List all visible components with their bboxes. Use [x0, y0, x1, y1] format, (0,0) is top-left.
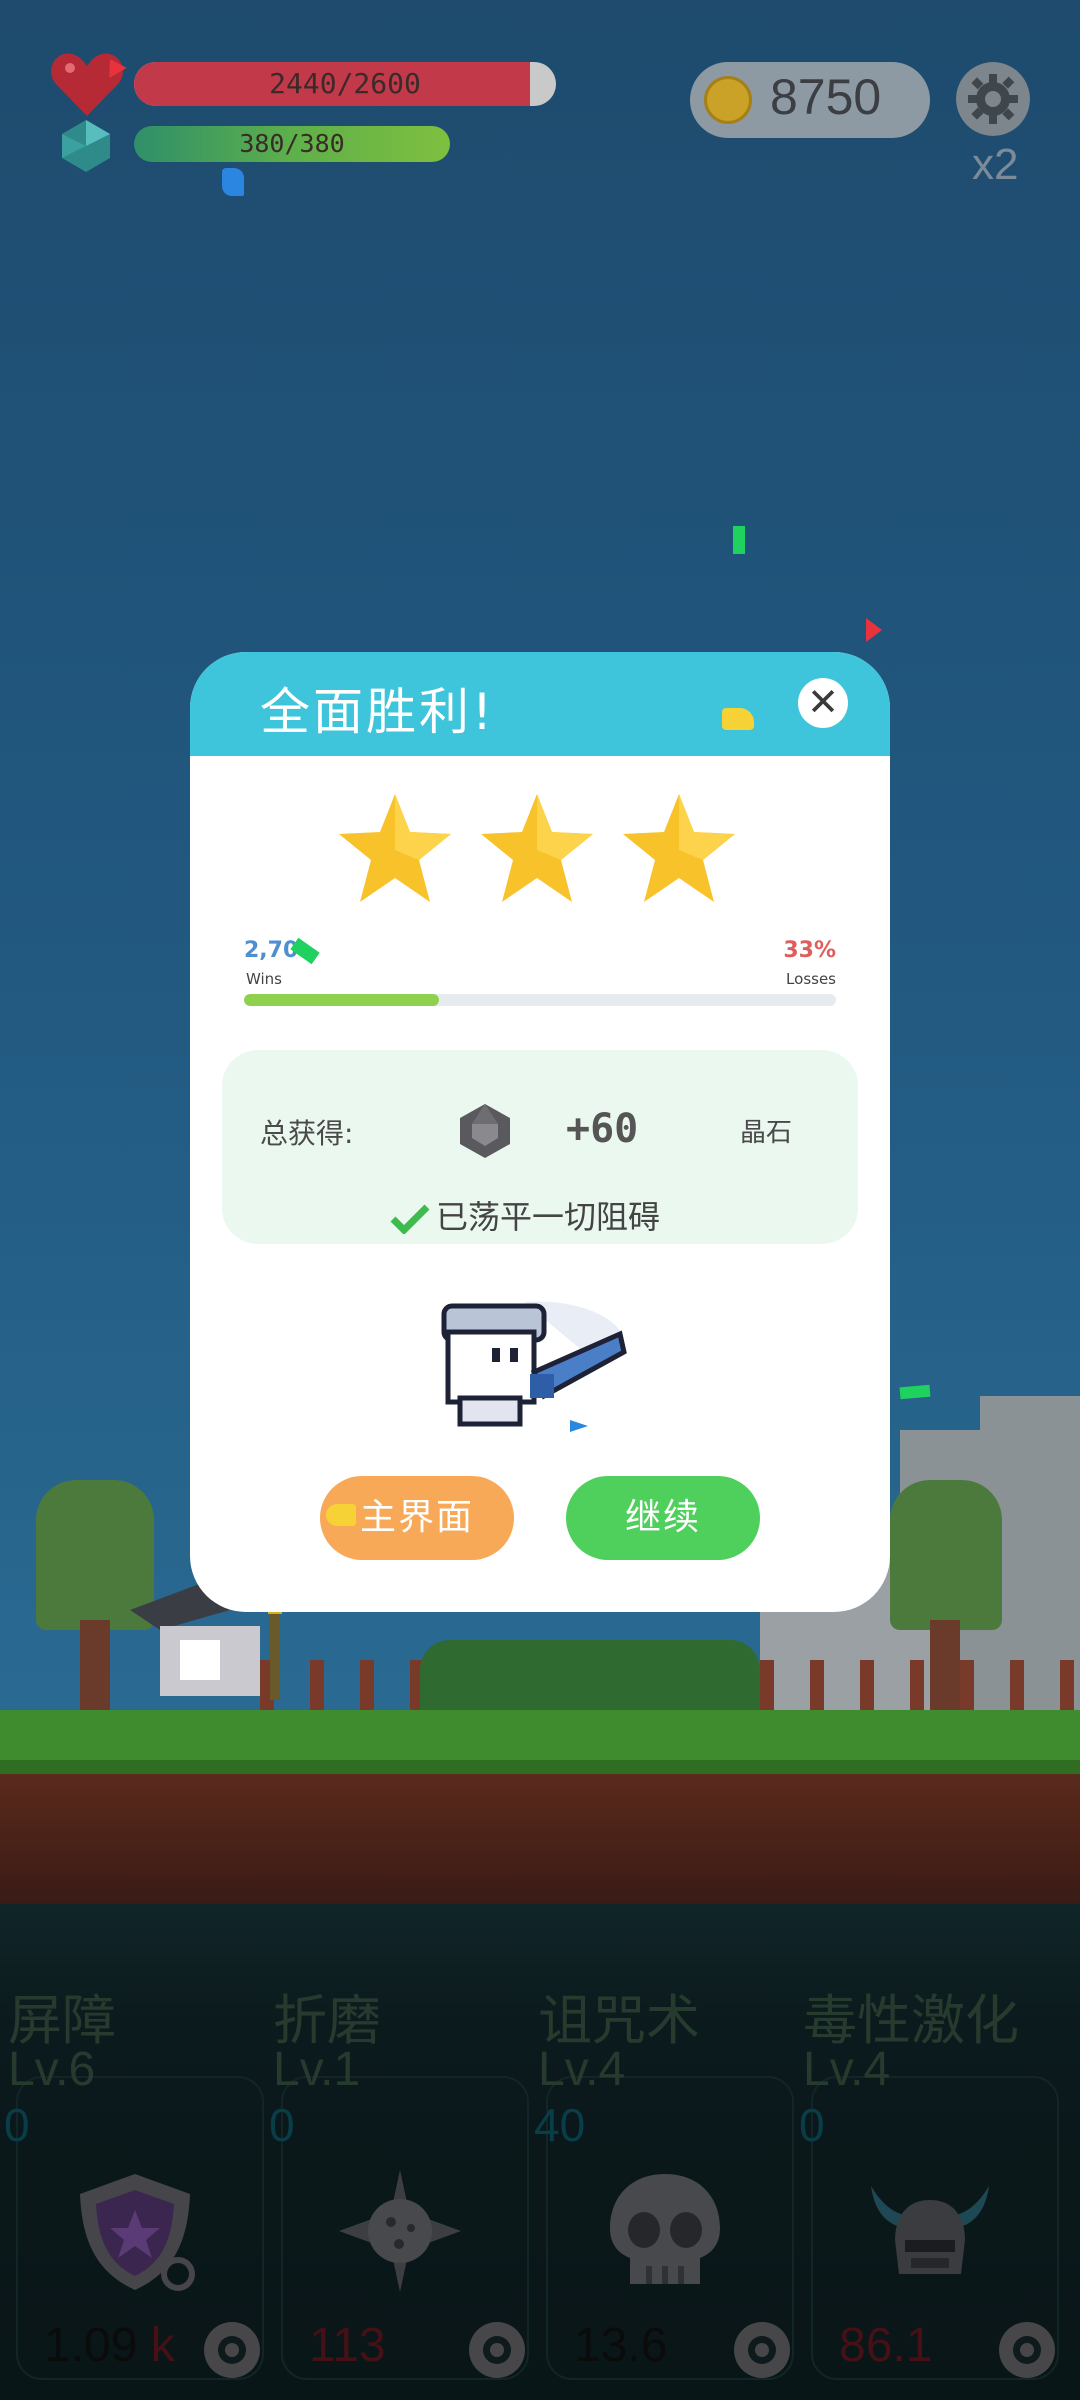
wins-label: Wins	[246, 970, 282, 988]
cleared-status: 已荡平一切阻碍	[390, 1192, 660, 1238]
star-rating	[335, 790, 745, 910]
mp-text: 380/380	[239, 129, 345, 158]
confetti	[326, 1504, 356, 1526]
gem-icon	[460, 1104, 510, 1158]
bush-row	[420, 1640, 760, 1710]
check-icon	[390, 1204, 430, 1234]
victory-dialog: 全面胜利! ✕ 2,70 Wins 33% Losses 总获得: +60 晶石…	[190, 652, 890, 1612]
hp-text: 2440/2600	[269, 67, 421, 100]
star-icon	[623, 794, 735, 902]
star-icon	[339, 794, 451, 902]
star-icon	[481, 794, 593, 902]
close-icon[interactable]: ✕	[798, 678, 848, 728]
confetti	[222, 168, 244, 196]
dialog-title: 全面胜利!	[260, 683, 496, 741]
grass-edge	[0, 1760, 1080, 1774]
cleared-text: 已荡平一切阻碍	[436, 1198, 661, 1236]
reward-unit: 晶石	[740, 1118, 793, 1148]
hp-bar: 2440/2600	[134, 62, 556, 106]
confetti	[570, 1420, 588, 1432]
speed-multiplier[interactable]: x2	[972, 140, 1018, 190]
coin-counter: 8750	[690, 62, 930, 138]
panel-dim	[0, 1904, 1080, 2400]
win-progress-fill	[244, 994, 440, 1006]
coin-value: 8750	[770, 69, 882, 125]
reward-amount: +60	[566, 1106, 639, 1152]
knight-character	[441, 1301, 627, 1427]
wins-value: 2,70	[244, 938, 299, 963]
gear-icon[interactable]	[956, 62, 1030, 136]
confetti	[722, 708, 754, 730]
reward-box: 总获得: +60 晶石 已荡平一切阻碍	[222, 1050, 858, 1244]
confetti	[733, 526, 745, 554]
mp-bar: 380/380	[134, 126, 450, 162]
dirt-ground	[0, 1774, 1080, 1904]
losses-label: Losses	[786, 970, 836, 988]
losses-value: 33%	[783, 938, 836, 963]
continue-button[interactable]: 继续	[566, 1476, 760, 1560]
win-progress-bar	[244, 994, 836, 1006]
reward-label: 总获得:	[260, 1117, 354, 1150]
mana-crystal-icon	[62, 120, 110, 172]
tree	[890, 1480, 1002, 1630]
tree-trunk	[80, 1620, 110, 1710]
coin-icon	[704, 76, 752, 124]
confetti	[866, 618, 882, 642]
fence	[760, 1660, 1080, 1710]
